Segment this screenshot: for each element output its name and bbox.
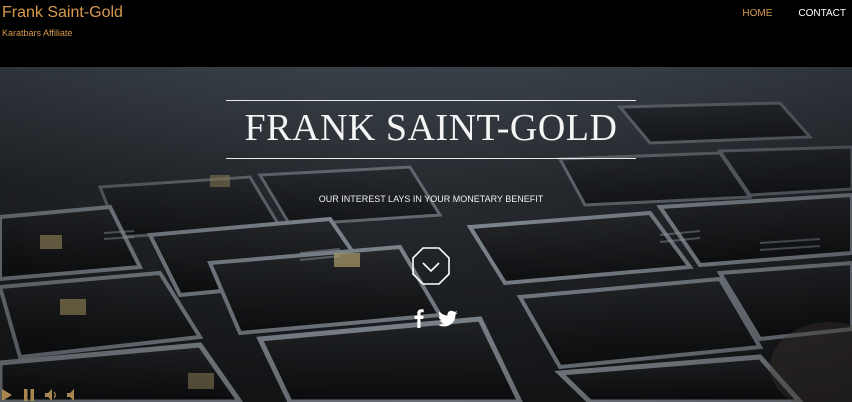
hero-tagline: OUR INTEREST LAYS IN YOUR MONETARY BENEF…: [318, 194, 544, 204]
site-header: Frank Saint-Gold Karatbars Affiliate HOM…: [0, 0, 852, 67]
video-controls: [0, 388, 80, 402]
title-rule-bottom: [226, 158, 636, 159]
site-subtitle: Karatbars Affiliate: [2, 28, 73, 38]
page: Frank Saint-Gold Karatbars Affiliate HOM…: [0, 0, 852, 402]
main-nav: HOME CONTACT: [742, 8, 846, 19]
chevron-down-octagon-icon[interactable]: [411, 246, 451, 286]
hero-section: FRANK SAINT-GOLD OUR INTEREST LAYS IN YO…: [0, 67, 852, 402]
mute-icon[interactable]: [66, 388, 80, 402]
facebook-icon[interactable]: [410, 308, 428, 328]
nav-item-contact[interactable]: CONTACT: [798, 8, 846, 19]
hero-title: FRANK SAINT-GOLD: [244, 107, 618, 149]
nav-item-home[interactable]: HOME: [742, 8, 772, 19]
twitter-icon[interactable]: [438, 310, 458, 328]
site-title[interactable]: Frank Saint-Gold: [2, 4, 123, 22]
social-links: [410, 308, 458, 328]
title-rule-top: [226, 100, 636, 101]
play-icon[interactable]: [0, 388, 14, 402]
volume-icon[interactable]: [44, 388, 58, 402]
pause-icon[interactable]: [22, 388, 36, 402]
